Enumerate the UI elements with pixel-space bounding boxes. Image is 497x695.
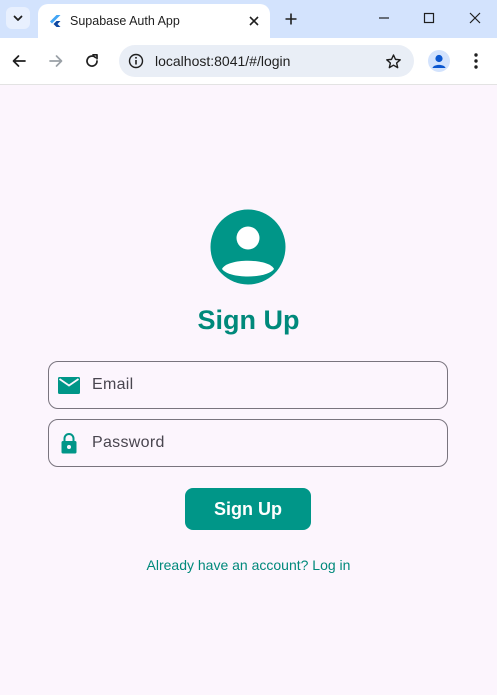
forward-button[interactable]	[44, 49, 68, 73]
close-icon	[249, 16, 259, 26]
email-field[interactable]	[48, 361, 448, 409]
star-icon	[385, 53, 401, 68]
close-icon	[469, 12, 481, 24]
page-content: Sign Up Sign Up Already have an account?…	[0, 85, 497, 695]
browser-tab[interactable]: Supabase Auth App	[38, 4, 270, 38]
reload-button[interactable]	[80, 49, 104, 73]
page-title: Sign Up	[197, 305, 300, 335]
tab-search-button[interactable]	[6, 7, 30, 29]
plus-icon	[285, 13, 297, 25]
maximize-button[interactable]	[417, 6, 441, 30]
tab-title: Supabase Auth App	[70, 14, 180, 28]
profile-button[interactable]	[428, 50, 450, 72]
browser-toolbar: localhost:8041/#/login	[0, 38, 497, 85]
password-input[interactable]	[92, 420, 447, 466]
lock-icon	[58, 432, 80, 454]
arrow-left-icon	[12, 55, 26, 67]
email-input[interactable]	[92, 362, 447, 408]
bookmark-button[interactable]	[382, 50, 404, 72]
arrow-right-icon	[49, 55, 63, 67]
person-icon	[432, 54, 446, 68]
reload-icon	[86, 53, 98, 67]
sign-up-button[interactable]: Sign Up	[185, 488, 311, 530]
minimize-button[interactable]	[372, 6, 396, 30]
login-link[interactable]: Already have an account? Log in	[0, 557, 497, 573]
account-circle-icon	[210, 209, 286, 285]
site-info-icon[interactable]	[127, 52, 145, 70]
email-icon	[58, 374, 80, 396]
address-bar[interactable]: localhost:8041/#/login	[119, 45, 414, 77]
back-button[interactable]	[7, 49, 31, 73]
tab-strip: Supabase Auth App	[0, 0, 497, 38]
flutter-favicon-icon	[50, 15, 61, 27]
window-close-button[interactable]	[463, 6, 487, 30]
chevron-down-icon	[13, 15, 23, 21]
minimize-icon	[379, 17, 389, 19]
more-vertical-icon	[474, 53, 478, 69]
tab-close-button[interactable]	[242, 9, 266, 33]
url-text[interactable]: localhost:8041/#/login	[155, 53, 382, 69]
maximize-icon	[423, 12, 435, 24]
new-tab-button[interactable]	[280, 8, 302, 30]
password-field[interactable]	[48, 419, 448, 467]
browser-menu-button[interactable]	[466, 50, 486, 72]
